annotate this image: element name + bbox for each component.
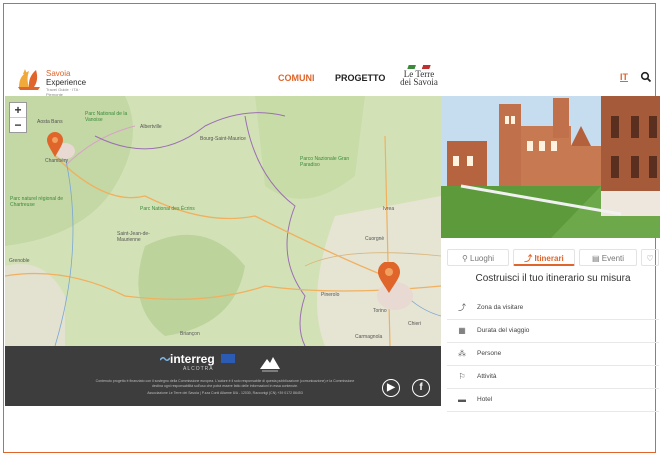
mountain-logo-icon	[260, 357, 280, 372]
language-switch[interactable]: IT	[620, 72, 628, 82]
list-item[interactable]: ⚐ Attività	[447, 366, 659, 389]
tab-itinerari[interactable]: ⤴ Itinerari	[513, 249, 575, 266]
carousel-dots	[546, 230, 558, 248]
person-pin-icon: ⚲	[461, 254, 468, 263]
interreg-logo: interreg	[170, 352, 215, 366]
carousel-dot[interactable]	[550, 241, 552, 243]
map-pin-icon[interactable]	[46, 132, 64, 158]
map-label: Chambéry	[45, 158, 69, 164]
map-label: Chieri	[408, 321, 422, 327]
zoom-out-button[interactable]: −	[10, 117, 26, 132]
zoom-control: + −	[9, 102, 27, 133]
list-item[interactable]: ▦ Durata del viaggio	[447, 320, 659, 343]
heart-icon: ♡	[646, 254, 654, 263]
map-label: Bourg-Saint-Maurice	[200, 136, 246, 142]
carousel-dot[interactable]	[554, 241, 556, 243]
brand-name-line1: Savoia	[46, 69, 71, 78]
map-label: Parc naturel régional de Chartreuse	[10, 196, 64, 208]
search-icon[interactable]	[640, 71, 652, 83]
site-header: Savoia Experience Travel Guide · ITA · P…	[10, 62, 660, 97]
map-label: Albertville	[140, 124, 162, 130]
hotel-icon: ▬	[458, 395, 466, 404]
zoom-in-button[interactable]: +	[10, 103, 26, 117]
tab-label: Luoghi	[470, 254, 495, 263]
map-label: Ivrea	[383, 206, 395, 212]
brand-name-line2: Experience	[46, 78, 87, 87]
site-footer: interreg ALCOTRA Contenuto progetto è fi…	[5, 346, 441, 406]
footer-address: Associazione Le Terre dei Savoia | P.zza…	[147, 391, 303, 395]
partner-flag-icon	[407, 65, 431, 69]
route-icon: ⤴	[458, 303, 466, 312]
map-label: Grenoble	[9, 258, 30, 264]
itinerary-options: ⤴ Zona da visitare ▦ Durata del viaggio …	[447, 297, 659, 412]
nav-item-comuni[interactable]: COMUNI	[278, 73, 315, 83]
activity-icon: ⚐	[458, 372, 466, 381]
map-label: Saint-Jean-de-Maurienne	[117, 231, 150, 243]
people-icon: ⁂	[458, 349, 466, 358]
castle-illustration	[441, 96, 660, 238]
brand-name: Savoia Experience Travel Guide · ITA · P…	[46, 69, 96, 97]
map-view[interactable]: + − Aosta Bans Parc National de la Vanoi…	[5, 96, 441, 346]
eu-flag-icon	[221, 354, 235, 363]
favorite-button[interactable]: ♡	[641, 249, 659, 266]
option-label: Persone	[477, 350, 502, 357]
calendar-icon: ▤	[591, 254, 600, 263]
facebook-icon[interactable]: f	[412, 379, 430, 397]
main-nav: COMUNI PROGETTO	[278, 73, 403, 83]
list-item[interactable]: ▬ Hotel	[447, 389, 659, 412]
panel-title: Costruisci il tuo itinerario su misura	[475, 273, 631, 284]
calendar-icon: ▦	[458, 326, 466, 335]
partner-logo-line2: dei Savoia	[400, 77, 438, 87]
route-icon: ⤴	[524, 254, 533, 263]
list-item[interactable]: ⁂ Persone	[447, 343, 659, 366]
interreg-wave-icon	[160, 356, 170, 362]
partner-logo[interactable]: Le Terre dei Savoia	[399, 65, 439, 95]
tab-label: Itinerari	[534, 254, 564, 263]
option-label: Zona da visitare	[477, 304, 524, 311]
tab-luoghi[interactable]: ⚲ Luoghi	[447, 249, 509, 266]
map-label: Briançon	[180, 331, 200, 337]
nav-item-progetto[interactable]: PROGETTO	[335, 73, 385, 83]
list-item[interactable]: ⤴ Zona da visitare	[447, 297, 659, 320]
tab-eventi[interactable]: ▤ Eventi	[579, 249, 637, 266]
option-label: Hotel	[477, 396, 493, 403]
map-label: Carmagnola	[355, 334, 383, 340]
option-label: Durata del viaggio	[477, 327, 530, 334]
map-label: Parc National de la Vanoise	[85, 111, 128, 123]
map-label: Parc National des Écrins	[140, 206, 195, 212]
alcotra-label: ALCOTRA	[183, 366, 214, 372]
tab-label: Eventi	[601, 254, 625, 263]
carousel-dot[interactable]	[546, 241, 548, 243]
panel-tabs: ⚲ Luoghi ⤴ Itinerari ▤ Eventi ♡	[447, 249, 659, 267]
youtube-icon[interactable]: ▶	[382, 379, 400, 397]
brand-logo-icon	[18, 69, 40, 90]
map-label: Parco Nazionale Gran Paradiso	[300, 156, 350, 168]
option-label: Attività	[477, 373, 497, 380]
map-label: Cuorgnè	[365, 236, 385, 242]
map-label: Pinerolo	[321, 292, 340, 298]
map-label: Aosta Bans	[37, 119, 63, 125]
map-pin-icon[interactable]	[377, 262, 401, 294]
map-label: Torino	[373, 308, 387, 314]
featured-photo	[441, 96, 660, 238]
brand-logo[interactable]: Savoia Experience Travel Guide · ITA · P…	[16, 65, 96, 97]
footer-disclaimer: Contenuto progetto è finanziato con il s…	[95, 379, 355, 388]
